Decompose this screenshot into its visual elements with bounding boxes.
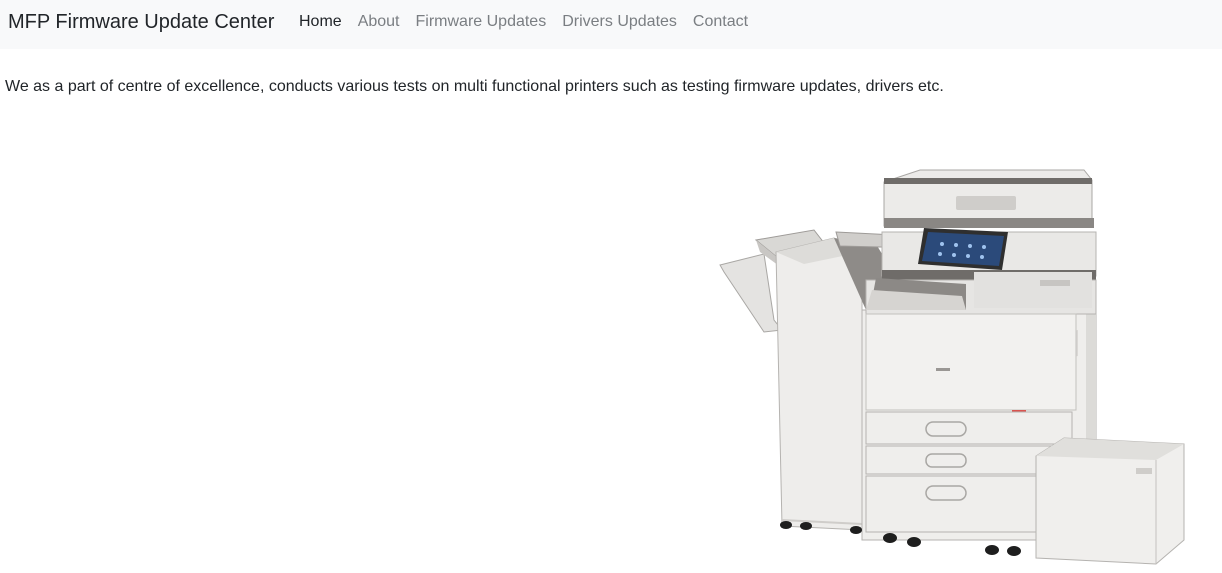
brand-link[interactable]: MFP Firmware Update Center: [8, 10, 274, 34]
nav-link-firmware-updates[interactable]: Firmware Updates: [408, 12, 555, 32]
paper-drawer: [865, 411, 1073, 445]
printer-output-tray: [719, 253, 783, 333]
top-navbar: MFP Firmware Update Center Home About Fi…: [0, 0, 1222, 49]
printer-finisher: [775, 237, 863, 531]
nav-link-home[interactable]: Home: [291, 12, 350, 32]
nav-link-drivers-updates[interactable]: Drivers Updates: [554, 12, 685, 32]
intro-paragraph: We as a part of centre of excellence, co…: [5, 78, 944, 95]
nav-link-about[interactable]: About: [350, 12, 408, 32]
nav-links: Home About Firmware Updates Drivers Upda…: [291, 12, 756, 32]
nav-link-contact[interactable]: Contact: [685, 12, 756, 32]
printer-image: [719, 169, 1185, 565]
